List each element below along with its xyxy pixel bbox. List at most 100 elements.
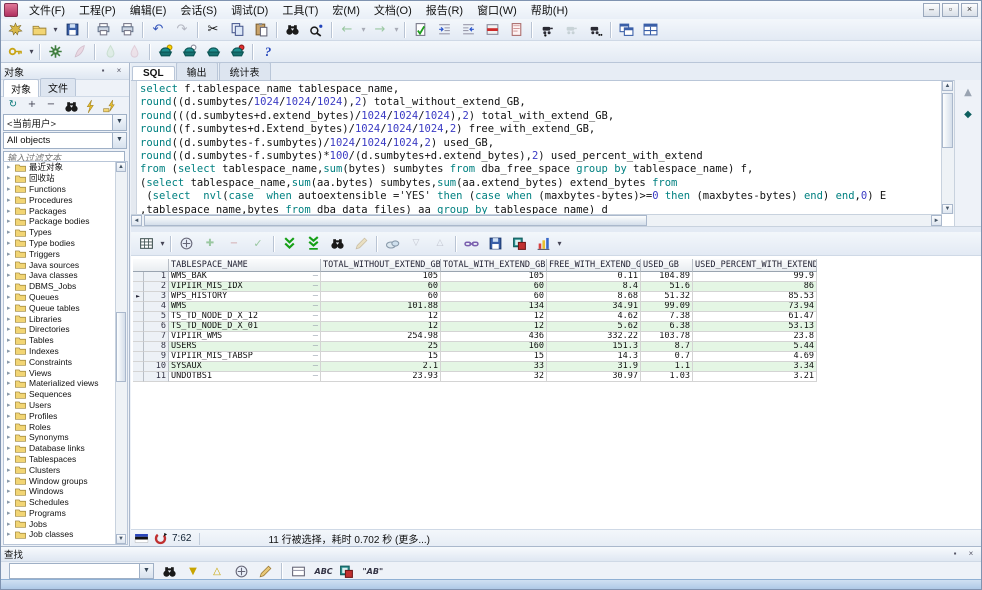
expander-icon[interactable]: ▸ (7, 444, 15, 452)
grid-cell[interactable]: 1.03 (641, 372, 693, 382)
tree-item[interactable]: ▸Indexes (4, 346, 127, 357)
grid-cell[interactable]: 86 (693, 282, 817, 292)
grid-cell[interactable]: 8.68 (547, 292, 641, 302)
expander-icon[interactable]: ▸ (7, 293, 15, 301)
grid-cell[interactable]: 53.13 (693, 322, 817, 332)
grid-cell[interactable]: 8.7 (641, 342, 693, 352)
table-row[interactable]: 5TS_TD_NODE_D_X_12‒12124.627.3861.47 (133, 312, 817, 322)
table-row[interactable]: 6TS_TD_NODE_D_X_01‒12125.626.3853.13 (133, 322, 817, 332)
filter2-button[interactable] (99, 97, 117, 114)
column-header[interactable]: USED_GB (641, 259, 693, 272)
grid-cell[interactable]: VIPIIR_MIS_IDX‒ (169, 282, 321, 292)
find-input[interactable]: ▼ (9, 563, 154, 579)
close-icon[interactable]: × (964, 548, 978, 561)
tree-scrollbar[interactable]: ▲ ▼ (115, 162, 127, 544)
add-droplet-button[interactable] (98, 41, 122, 63)
grid-cell[interactable]: WMS‒ (169, 302, 321, 312)
expand-button[interactable]: + (23, 97, 41, 114)
chart-button[interactable] (531, 233, 555, 255)
grid-cell[interactable]: 254.98 (321, 332, 441, 342)
expander-icon[interactable]: ▸ (7, 239, 15, 247)
collapse-button[interactable]: − (42, 97, 60, 114)
menu-0[interactable]: 文件(F) (22, 4, 72, 18)
grid-cell[interactable]: 34.91 (547, 302, 641, 312)
table-row[interactable]: 1WMS_BAK‒1051050.11104.8999.9 (133, 272, 817, 282)
insert-row-button[interactable]: ✚ (198, 233, 222, 255)
forward-button[interactable]: → (368, 19, 392, 41)
column-header[interactable]: FREE_WITH_EXTEND_GB (547, 259, 641, 272)
grid-cell[interactable]: 33 (441, 362, 547, 372)
grid-cell[interactable]: 332.22 (547, 332, 641, 342)
scroll-up-icon[interactable]: ▲ (116, 162, 126, 172)
pin-icon[interactable]: ▪ (948, 548, 962, 561)
expander-icon[interactable]: ▸ (7, 520, 15, 528)
refresh-button[interactable]: ↻ (4, 97, 22, 114)
table-row[interactable]: 10SYSAUX‒2.13331.91.13.34 (133, 362, 817, 372)
fetch-button[interactable] (583, 19, 607, 41)
scroll-up-icon[interactable]: ▲ (942, 81, 953, 91)
tree-item[interactable]: ▸Views (4, 367, 127, 378)
session-kill-button[interactable] (225, 41, 249, 63)
grid-dropdown-caret[interactable]: ▾ (158, 239, 167, 248)
grid-cell[interactable]: 60 (321, 282, 441, 292)
menu-1[interactable]: 工程(P) (72, 4, 123, 18)
auto-refresh-icon[interactable] (153, 531, 168, 546)
tree-item[interactable]: ▸Materialized views (4, 378, 127, 389)
editor-vscrollbar[interactable]: ▲ ▼ (941, 81, 954, 214)
row-number[interactable]: 1 (144, 272, 169, 282)
expander-icon[interactable]: ▸ (7, 530, 15, 538)
next-statement-button[interactable]: ◆ (957, 104, 979, 124)
grid-cell[interactable]: 25 (321, 342, 441, 352)
editor-tab-1[interactable]: 输出 (176, 62, 218, 80)
expander-icon[interactable]: ▸ (7, 466, 15, 474)
sort-desc-button[interactable]: ▽ (404, 233, 428, 255)
table-row[interactable]: 11UNDOTBS1‒23.933230.971.033.21 (133, 372, 817, 382)
tree-item[interactable]: ▸Window groups (4, 475, 127, 486)
tree-item[interactable]: ▸回收站 (4, 173, 127, 184)
grid-cell[interactable]: 99.9 (693, 272, 817, 282)
find-object-button[interactable] (61, 97, 79, 114)
grid-cell[interactable]: 5.44 (693, 342, 817, 352)
expander-icon[interactable]: ▸ (7, 250, 15, 258)
tree-item[interactable]: ▸Type bodies (4, 238, 127, 249)
selection-only-button[interactable] (287, 562, 309, 581)
chevron-down-icon[interactable]: ▼ (112, 133, 126, 148)
back-button[interactable]: ← (335, 19, 359, 41)
grid-cell[interactable]: 12 (441, 322, 547, 332)
tree-item[interactable]: ▸DBMS_Jobs (4, 281, 127, 292)
grid-cell[interactable]: 7.38 (641, 312, 693, 322)
export-result-button[interactable] (507, 233, 531, 255)
grid-cell[interactable]: 0.7 (641, 352, 693, 362)
grid-cell[interactable]: 101.88 (321, 302, 441, 312)
chevron-down-icon[interactable]: ▼ (139, 564, 153, 578)
prev-statement-button[interactable]: ▲ (957, 82, 979, 102)
pin-icon[interactable]: ▪ (96, 65, 110, 78)
grid-cell[interactable]: 51.32 (641, 292, 693, 302)
tree-item[interactable]: ▸Windows (4, 486, 127, 497)
expander-icon[interactable]: ▸ (7, 336, 15, 344)
regex-button[interactable] (335, 562, 357, 581)
sql-text[interactable]: select f.tablespace_name tablespace_name… (140, 83, 942, 217)
logon-dropdown-caret[interactable]: ▾ (27, 47, 36, 56)
table-row[interactable]: 8USERS‒25160151.38.75.44 (133, 342, 817, 352)
grid-cell[interactable]: WMS_BAK‒ (169, 272, 321, 282)
expander-icon[interactable]: ▸ (7, 477, 15, 485)
break-button[interactable] (504, 19, 528, 41)
tree-item[interactable]: ▸Queues (4, 292, 127, 303)
menu-4[interactable]: 调试(D) (224, 4, 275, 18)
expander-icon[interactable]: ▸ (7, 498, 15, 506)
expander-icon[interactable]: ▸ (7, 487, 15, 495)
find-scope-button[interactable] (230, 562, 252, 581)
scroll-left-icon[interactable]: ◄ (131, 215, 142, 226)
find-down-button[interactable]: ▼ (182, 562, 204, 581)
editor-hscrollbar[interactable]: ◄ ► (131, 214, 942, 226)
row-number[interactable]: 10 (144, 362, 169, 372)
undo-button[interactable]: ↶ (146, 19, 170, 41)
column-header[interactable]: TOTAL_WITH_EXTEND_GB (441, 259, 547, 272)
fetch-next-button[interactable] (277, 233, 301, 255)
table-row[interactable]: 2VIPIIR_MIS_IDX‒60608.451.686 (133, 282, 817, 292)
redo-button[interactable]: ↷ (170, 19, 194, 41)
grid-cell[interactable]: 105 (321, 272, 441, 282)
grid-cell[interactable]: 73.94 (693, 302, 817, 312)
row-number[interactable]: 5 (144, 312, 169, 322)
